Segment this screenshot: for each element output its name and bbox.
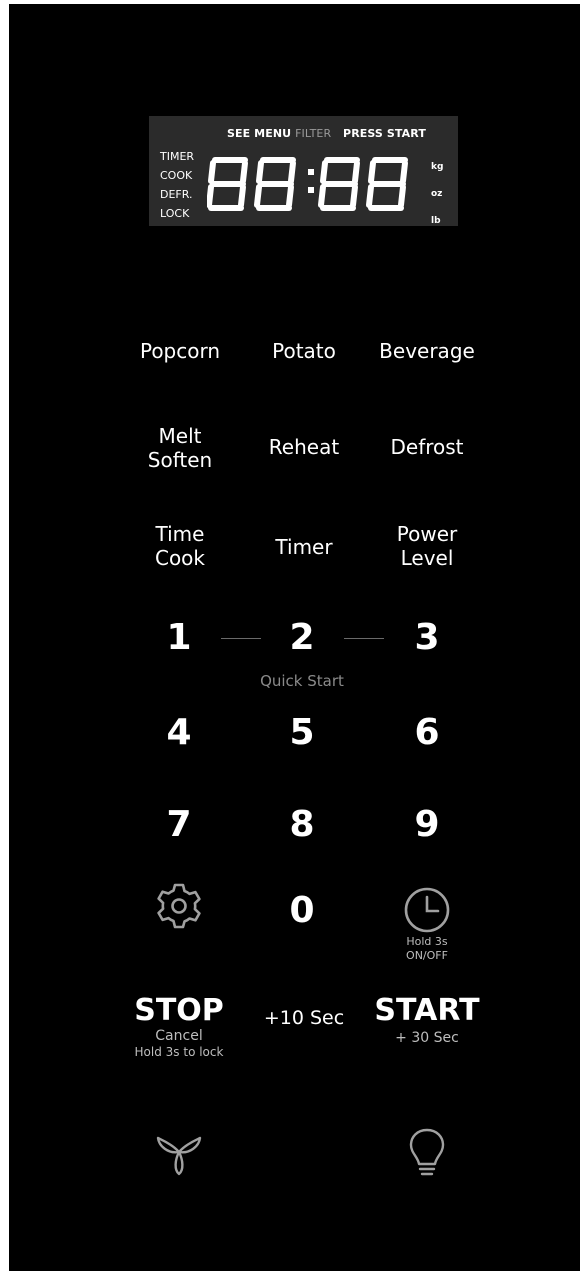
potato-button[interactable]: Potato xyxy=(254,339,354,363)
key-1[interactable]: 1 xyxy=(149,618,209,658)
stop-label: STOP xyxy=(134,993,224,1028)
reheat-button[interactable]: Reheat xyxy=(254,435,354,459)
segment-f xyxy=(208,160,216,184)
segment-f xyxy=(256,160,264,184)
segment-b xyxy=(240,160,248,184)
clock-onoff-text: ON/OFF xyxy=(406,949,448,962)
cook-indicator: COOK xyxy=(160,169,193,182)
key-4[interactable]: 4 xyxy=(149,713,209,753)
defrost-button[interactable]: Defrost xyxy=(377,435,477,459)
unit-indicators: kg oz lb xyxy=(431,154,443,235)
colon-dot xyxy=(308,187,314,193)
hold-lock-label: Hold 3s to lock xyxy=(134,1045,224,1059)
plus-30-sec-label: + 30 Sec xyxy=(395,1030,459,1046)
segment-c xyxy=(238,184,246,208)
key-0[interactable]: 0 xyxy=(272,891,332,931)
kg-indicator: kg xyxy=(431,162,444,172)
segment-c xyxy=(350,184,358,208)
segment-f xyxy=(320,160,328,184)
display-top-labels: SEE MENU FILTER PRESS START xyxy=(227,127,426,140)
lb-indicator: lb xyxy=(431,216,441,226)
clock-hold-text: Hold 3s xyxy=(406,935,448,948)
control-panel: SEE MENU FILTER PRESS START TIMER COOK D… xyxy=(9,4,580,1271)
power-label: Power xyxy=(396,522,458,546)
power-level-button[interactable]: Power Level xyxy=(377,522,477,570)
cook-label: Cook xyxy=(154,546,206,570)
fan-icon[interactable] xyxy=(154,1128,204,1180)
key-5[interactable]: 5 xyxy=(272,713,332,753)
clock-hold-label: Hold 3s ON/OFF xyxy=(377,935,477,963)
quick-start-label: Quick Start xyxy=(260,672,344,690)
start-label: START xyxy=(374,993,480,1028)
press-start-indicator: PRESS START xyxy=(343,127,426,140)
light-bulb-icon[interactable] xyxy=(404,1126,450,1182)
defrost-indicator: DEFR. xyxy=(160,188,193,201)
see-menu-indicator: SEE MENU xyxy=(227,127,292,140)
stop-cancel-button[interactable]: STOP Cancel Hold 3s to lock xyxy=(109,993,249,1060)
segment-e xyxy=(207,184,214,208)
key-6[interactable]: 6 xyxy=(397,713,457,753)
segment-b xyxy=(352,160,360,184)
seven-segment-readout xyxy=(207,157,408,211)
key-8[interactable]: 8 xyxy=(272,805,332,845)
segment-c xyxy=(398,184,406,208)
plus-10-sec-button[interactable]: +10 Sec xyxy=(252,1006,356,1030)
key-9[interactable]: 9 xyxy=(397,805,457,845)
beverage-button[interactable]: Beverage xyxy=(372,339,482,363)
melt-soften-button[interactable]: Melt Soften xyxy=(130,424,230,472)
clock-icon[interactable] xyxy=(402,885,452,935)
quick-start-connector-left xyxy=(221,638,261,639)
filter-indicator: FILTER xyxy=(295,127,332,140)
timer-button[interactable]: Timer xyxy=(254,535,354,559)
melt-label: Melt xyxy=(158,424,202,448)
quick-start-connector-right xyxy=(344,638,384,639)
key-7[interactable]: 7 xyxy=(149,805,209,845)
lock-indicator: LOCK xyxy=(160,207,190,220)
key-2[interactable]: 2 xyxy=(272,618,332,658)
popcorn-button[interactable]: Popcorn xyxy=(130,339,230,363)
start-button[interactable]: START + 30 Sec xyxy=(357,994,497,1047)
settings-gear-icon[interactable] xyxy=(154,881,204,931)
level-label: Level xyxy=(400,546,454,570)
time-cook-button[interactable]: Time Cook xyxy=(130,522,230,570)
key-3[interactable]: 3 xyxy=(397,618,457,658)
time-label: Time xyxy=(155,522,205,546)
lcd-display: SEE MENU FILTER PRESS START TIMER COOK D… xyxy=(149,116,458,226)
segment-b xyxy=(288,160,296,184)
segment-e xyxy=(254,184,262,208)
segment-e xyxy=(366,184,374,208)
segment-c xyxy=(286,184,294,208)
segment-f xyxy=(368,160,376,184)
oz-indicator: oz xyxy=(431,189,443,199)
cancel-label: Cancel xyxy=(155,1028,203,1044)
segment-e xyxy=(318,184,326,208)
timer-indicator: TIMER xyxy=(160,150,195,163)
soften-label: Soften xyxy=(147,448,213,472)
mode-indicators: TIMER COOK DEFR. LOCK xyxy=(160,147,194,223)
colon-dot xyxy=(308,169,314,175)
segment-b xyxy=(400,160,408,184)
